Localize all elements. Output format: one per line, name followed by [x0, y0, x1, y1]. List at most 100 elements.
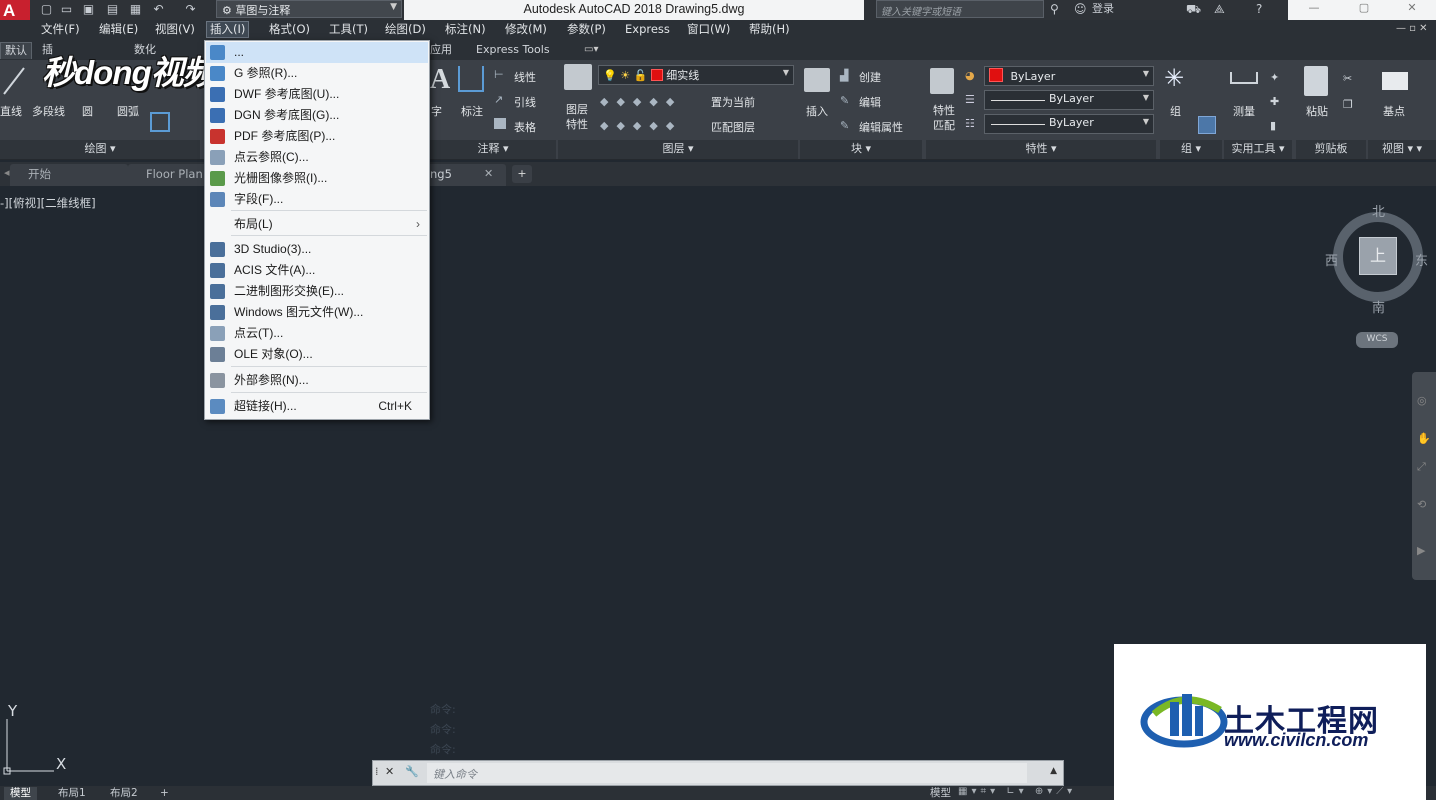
- utilities-panel-footer[interactable]: 实用工具 ▾: [1224, 140, 1292, 159]
- leader-label[interactable]: 引线: [514, 94, 536, 110]
- measure-icon[interactable]: [1230, 72, 1258, 84]
- line-tool-icon[interactable]: [2, 64, 26, 98]
- menu-view[interactable]: 视图(V): [152, 22, 198, 39]
- menu-tools[interactable]: 工具(T): [326, 22, 371, 39]
- text-tool-icon[interactable]: A: [430, 64, 450, 96]
- workspace-dropdown[interactable]: ⚙ 草图与注释 ▼: [216, 0, 402, 18]
- rectangle-tool-icon[interactable]: [150, 112, 170, 132]
- command-history-toggle[interactable]: ▲: [1050, 766, 1057, 776]
- insert-menu-item[interactable]: OLE 对象(O)...: [206, 344, 428, 365]
- layer-properties-label[interactable]: 图层 特性: [566, 102, 588, 132]
- zoom-extents-icon[interactable]: ⤢: [1417, 460, 1426, 474]
- menu-insert[interactable]: 插入(I): [206, 21, 250, 38]
- set-current-layer-label[interactable]: 置为当前: [711, 94, 755, 110]
- annotate-panel-footer[interactable]: 注释 ▾: [430, 140, 556, 159]
- group-select-icon[interactable]: [1198, 116, 1216, 134]
- cart-icon[interactable]: ⛟: [1186, 1, 1201, 17]
- menu-parametric[interactable]: 参数(P): [564, 22, 609, 39]
- insert-menu-item[interactable]: 超链接(H)... Ctrl+K: [206, 396, 428, 417]
- tab-apps[interactable]: 应用: [426, 42, 456, 59]
- menu-edit[interactable]: 编辑(E): [96, 22, 141, 39]
- lineweight-dropdown[interactable]: ByLayer ▼: [984, 90, 1154, 110]
- tab-model[interactable]: 模型: [4, 787, 37, 800]
- a360-icon[interactable]: ⟁: [1214, 1, 1225, 17]
- insert-menu-item[interactable]: Windows 图元文件(W)...: [206, 302, 428, 323]
- ribbon-toggle-icon[interactable]: ▭▾: [584, 44, 598, 55]
- tab-express-tools[interactable]: Express Tools: [472, 42, 554, 59]
- group-label[interactable]: 组: [1170, 103, 1181, 119]
- app-menu-button[interactable]: A: [0, 0, 30, 22]
- insert-menu-item[interactable]: ...: [206, 42, 428, 63]
- menu-format[interactable]: 格式(O): [266, 22, 313, 39]
- color-dropdown[interactable]: ByLayer ▼: [984, 66, 1154, 86]
- menu-express[interactable]: Express: [622, 22, 673, 39]
- viewcube-top-face[interactable]: 上: [1359, 237, 1397, 275]
- layer-dropdown[interactable]: 💡 ☀ 🔓 细实线 ▼: [598, 65, 794, 85]
- utility-tools-icon[interactable]: ✦ ✚ ▮: [1270, 66, 1279, 138]
- paste-label[interactable]: 粘贴: [1306, 103, 1328, 119]
- insert-menu-item[interactable]: 3D Studio(3)...: [206, 239, 428, 260]
- command-input[interactable]: 键入命令: [427, 763, 1027, 783]
- insert-menu-item[interactable]: 布局(L) ›: [206, 214, 428, 235]
- create-block-label[interactable]: 创建: [859, 69, 881, 85]
- tab-start[interactable]: 开始: [10, 164, 128, 186]
- tab-floor-plan[interactable]: Floor Plan S: [128, 164, 208, 201]
- menu-modify[interactable]: 修改(M): [502, 22, 550, 39]
- minimize-icon[interactable]: —: [1290, 0, 1338, 18]
- layers-panel-footer[interactable]: 图层 ▾: [558, 140, 798, 159]
- draw-panel-footer[interactable]: 绘图 ▾: [0, 140, 200, 159]
- measure-label[interactable]: 测量: [1233, 103, 1255, 119]
- pan-icon[interactable]: ✋: [1417, 432, 1431, 445]
- viewport-controls[interactable]: -][俯视][二维线框]: [0, 195, 96, 211]
- base-point-label[interactable]: 基点: [1383, 103, 1405, 119]
- menu-dimension[interactable]: 标注(N): [442, 22, 489, 39]
- undo-icon[interactable]: ↶: [150, 1, 167, 17]
- edit-attribute-label[interactable]: 编辑属性: [859, 119, 903, 135]
- dimension-tool-icon[interactable]: [458, 66, 484, 92]
- doc-window-controls[interactable]: — ▫ ✕: [1396, 23, 1428, 34]
- layer-tools-row2[interactable]: ◆◆◆◆◆: [600, 119, 682, 132]
- new-tab-button[interactable]: +: [512, 165, 532, 183]
- insert-menu-item[interactable]: PDF 参考底图(P)...: [206, 126, 428, 147]
- insert-menu-item[interactable]: 二进制图形交换(E)...: [206, 281, 428, 302]
- compass-north[interactable]: 北: [1372, 201, 1385, 220]
- insert-block-icon[interactable]: [804, 68, 830, 92]
- steering-wheel-icon[interactable]: ◎: [1417, 394, 1427, 407]
- new-file-icon[interactable]: ▢: [38, 1, 55, 17]
- insert-menu-item[interactable]: G 参照(R)...: [206, 63, 428, 84]
- login-button[interactable]: 登录: [1092, 1, 1114, 17]
- save-as-icon[interactable]: ▤: [104, 1, 121, 17]
- properties-panel-footer[interactable]: 特性 ▾: [926, 140, 1156, 159]
- orbit-icon[interactable]: ⟲: [1417, 498, 1426, 511]
- table-label[interactable]: 表格: [514, 119, 536, 135]
- arc-tool-label[interactable]: 圆弧: [117, 103, 139, 119]
- menu-window[interactable]: 窗口(W): [684, 22, 733, 39]
- close-command-icon[interactable]: ✕: [385, 765, 394, 778]
- layer-tools-row1[interactable]: ◆◆◆◆◆: [600, 95, 682, 108]
- insert-block-label[interactable]: 插入: [806, 103, 828, 119]
- group-panel-footer[interactable]: 组 ▾: [1160, 140, 1222, 159]
- help-icon[interactable]: ?: [1256, 1, 1262, 17]
- menu-draw[interactable]: 绘图(D): [382, 22, 429, 39]
- linear-dim-label[interactable]: 线性: [514, 69, 536, 85]
- tab-layout2[interactable]: 布局2: [104, 787, 144, 800]
- linetype-dropdown[interactable]: ByLayer ▼: [984, 114, 1154, 134]
- binoculars-icon[interactable]: ⚲: [1050, 1, 1059, 17]
- insert-menu-item[interactable]: 光栅图像参照(I)...: [206, 168, 428, 189]
- match-layer-label[interactable]: 匹配图层: [711, 119, 755, 135]
- customize-icon[interactable]: 🔧: [405, 765, 419, 778]
- insert-menu-item[interactable]: ACIS 文件(A)...: [206, 260, 428, 281]
- grip-icon[interactable]: ⁞: [375, 765, 379, 778]
- tab-home[interactable]: 默认: [0, 42, 32, 59]
- open-file-icon[interactable]: ▭: [58, 1, 75, 17]
- clipboard-panel-footer[interactable]: 剪贴板: [1296, 140, 1366, 159]
- match-properties-icon[interactable]: [930, 68, 954, 94]
- maximize-icon[interactable]: ▢: [1340, 0, 1388, 18]
- redo-icon[interactable]: ↷: [182, 1, 199, 17]
- menu-help[interactable]: 帮助(H): [746, 22, 793, 39]
- compass-east[interactable]: 东: [1415, 250, 1428, 269]
- polyline-tool-label[interactable]: 多段线: [32, 103, 65, 119]
- wcs-menu[interactable]: WCS: [1356, 332, 1398, 348]
- layer-properties-icon[interactable]: [564, 64, 592, 90]
- line-tool-label[interactable]: 直线: [0, 103, 22, 119]
